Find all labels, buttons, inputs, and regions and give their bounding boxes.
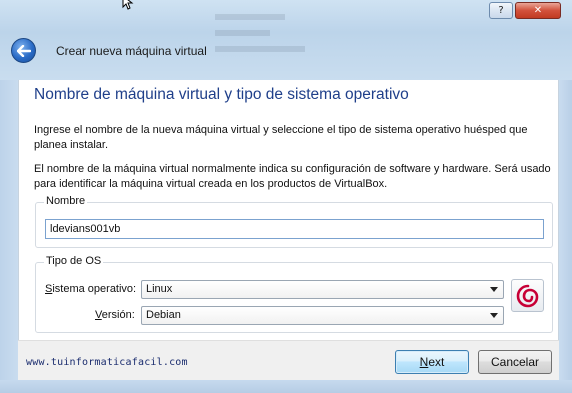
back-button[interactable]	[11, 38, 36, 63]
website-link[interactable]: www.tuinformaticafacil.com	[26, 357, 188, 368]
title-bar	[0, 0, 572, 80]
version-label-mnemonic: V	[95, 309, 102, 321]
cancel-button[interactable]: Cancelar	[478, 350, 552, 374]
chevron-down-icon	[490, 287, 498, 292]
close-button[interactable]: ✕	[515, 2, 561, 19]
window-frame-left	[0, 80, 18, 380]
debian-swirl-icon	[511, 279, 544, 312]
chevron-down-icon	[490, 313, 498, 318]
mouse-cursor-icon	[122, 0, 134, 10]
page-title: Nombre de máquina virtual y tipo de sist…	[34, 86, 409, 103]
wizard-header-title: Crear nueva máquina virtual	[56, 44, 207, 58]
os-field-label: Sistema operativo:	[45, 283, 136, 295]
name-group-label: Nombre	[44, 195, 88, 207]
vm-name-input[interactable]: ldevians001vb	[45, 219, 544, 239]
version-select[interactable]: Debian	[141, 306, 504, 325]
background-blur	[215, 8, 465, 60]
back-arrow-icon	[16, 44, 31, 57]
window-frame-right	[559, 80, 572, 380]
description-text-2: El nombre de la máquina virtual normalme…	[34, 163, 551, 190]
os-select[interactable]: Linux	[141, 280, 504, 299]
os-label-text: istema operativo:	[52, 283, 137, 295]
debian-logo-svg	[516, 284, 538, 307]
version-select-value: Debian	[146, 309, 181, 321]
version-field-label: Versión:	[95, 309, 135, 321]
next-mnemonic: N	[419, 355, 429, 369]
os-group-label: Tipo de OS	[44, 255, 104, 267]
next-label: ext	[428, 355, 445, 369]
help-button[interactable]: ?	[489, 2, 513, 19]
os-select-value: Linux	[146, 283, 173, 295]
version-label-text: ersión:	[101, 309, 135, 321]
next-button[interactable]: Next	[395, 350, 469, 374]
description-text-1: Ingrese el nombre de la nueva máquina vi…	[34, 124, 528, 151]
window-frame-bottom	[0, 380, 572, 393]
